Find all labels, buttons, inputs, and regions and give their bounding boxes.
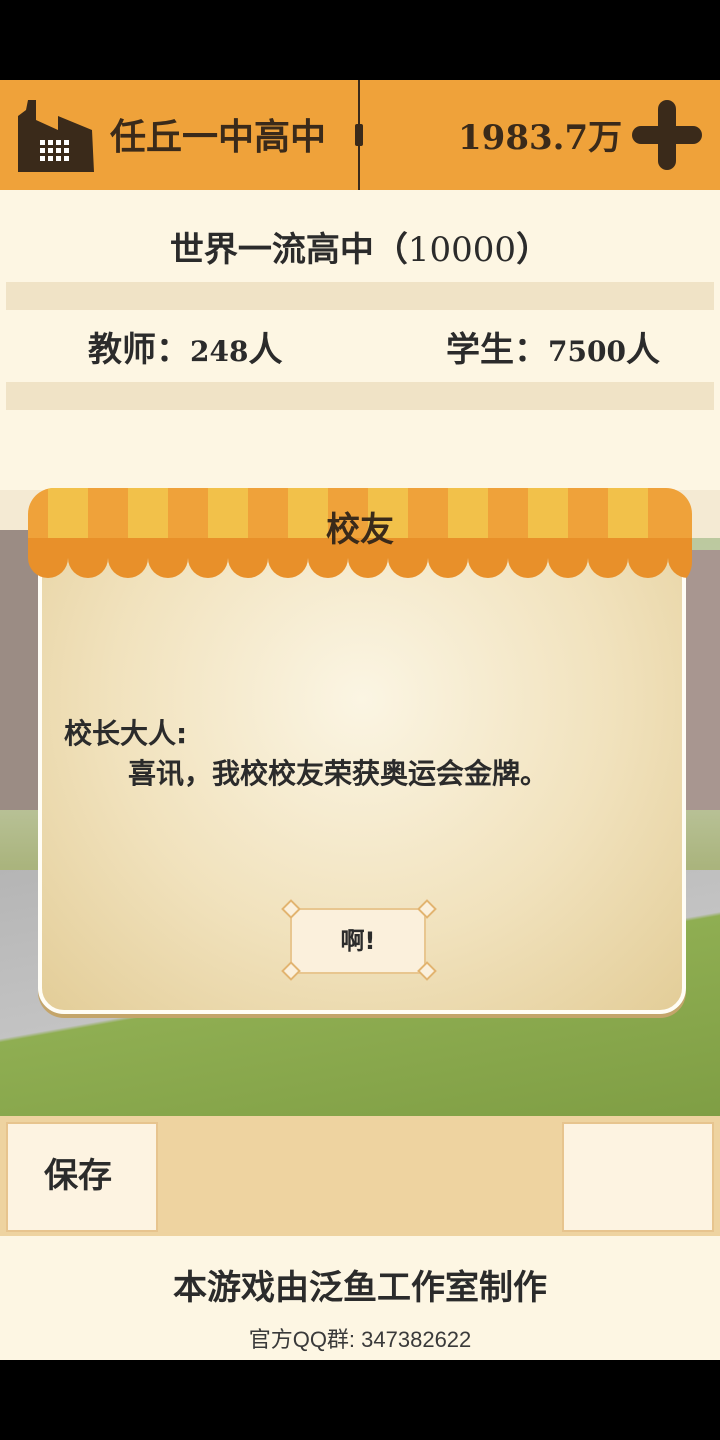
qq-group-text: 官方QQ群: 347382622 — [248, 1327, 472, 1352]
school-level: 世界一流高中（10000） — [169, 230, 551, 270]
dialog-ok-button[interactable]: 啊! — [290, 908, 426, 974]
teachers-label: 教师 — [88, 330, 156, 370]
header-bar: 任丘一中高中 1983.7万 — [0, 80, 720, 192]
students-label: 学生 — [446, 330, 514, 370]
footer: 本游戏由泛鱼工作室制作 官方QQ群: 347382622 — [0, 1236, 720, 1360]
divider-stripe — [6, 382, 714, 410]
divider-stripe — [6, 282, 714, 310]
school-name: 任丘一中高中 — [110, 117, 327, 158]
game-app: 任丘一中高中 1983.7万 世界一流高中（10000） 教师：248人 学生：… — [0, 80, 720, 1360]
screen: 任丘一中高中 1983.7万 世界一流高中（10000） 教师：248人 学生：… — [0, 0, 720, 1440]
money-display: 1983.7万 — [458, 118, 623, 158]
save-button[interactable]: 保存 — [6, 1122, 158, 1232]
dialog-greeting: 校长大人: — [64, 717, 188, 750]
plus-icon[interactable] — [630, 98, 704, 172]
teachers-stat: 教师：248人 — [88, 330, 283, 370]
school-info-panel: 世界一流高中（10000） 教师：248人 学生：7500人 — [0, 190, 720, 490]
factory-icon — [18, 100, 94, 172]
students-count: 7500 — [548, 335, 626, 368]
dialog-message: 喜讯，我校校友荣获奥运会金牌。 — [128, 757, 549, 790]
studio-credits: 本游戏由泛鱼工作室制作 — [173, 1268, 547, 1308]
school-level-value: 10000 — [407, 230, 517, 270]
teachers-unit: 人 — [248, 330, 283, 370]
right-action-button[interactable] — [562, 1122, 714, 1232]
students-stat: 学生：7500人 — [446, 330, 660, 370]
school-level-label: 世界一流高中 — [169, 230, 374, 270]
bottom-action-bar: 保存 — [0, 1116, 720, 1236]
teachers-count: 248 — [190, 335, 249, 368]
alumni-dialog: 校友 校长大人: 喜讯，我校校友荣获奥运会金牌。 啊! — [28, 488, 692, 1016]
dialog-title: 校友 — [326, 510, 394, 550]
students-unit: 人 — [625, 330, 660, 370]
header-divider-mark — [355, 124, 363, 146]
